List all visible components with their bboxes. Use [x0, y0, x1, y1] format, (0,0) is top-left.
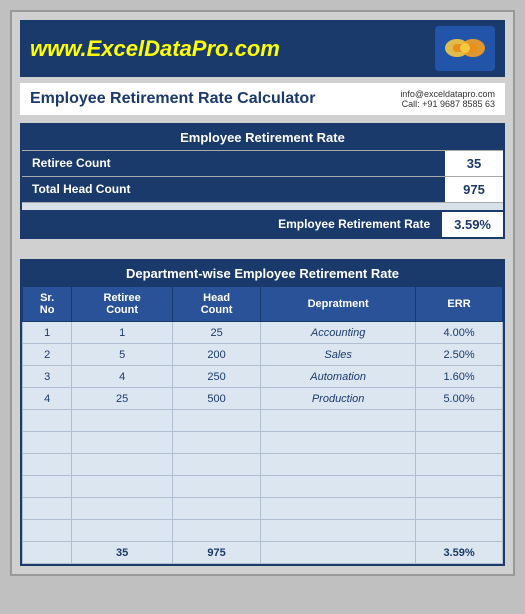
cell-head-3[interactable]: 500: [173, 388, 261, 410]
rate-row: Employee Retirement Rate 3.59%: [22, 210, 503, 237]
app-title-bar: Employee Retirement Rate Calculator info…: [20, 83, 505, 115]
site-title: www.ExcelDataPro.com: [30, 36, 280, 62]
header-section: www.ExcelDataPro.com: [20, 20, 505, 77]
col-err: ERR: [416, 287, 503, 322]
cell-dept-3[interactable]: Production: [261, 388, 416, 410]
cell-retiree-8[interactable]: [72, 498, 173, 520]
dept-section-title: Department-wise Employee Retirement Rate: [22, 261, 503, 286]
head-count-row: Total Head Count 975: [22, 176, 503, 202]
col-sr-no: Sr.No: [23, 287, 72, 322]
col-retiree-count: RetireeCount: [72, 287, 173, 322]
cell-head-9[interactable]: [173, 520, 261, 542]
col-head-count: HeadCount: [173, 287, 261, 322]
dept-section: Department-wise Employee Retirement Rate…: [20, 259, 505, 566]
table-row: 9: [23, 498, 503, 520]
total-row: 35 975 3.59%: [23, 542, 503, 564]
rate-label: Employee Retirement Rate: [22, 212, 440, 237]
contact-info: info@exceldatapro.com Call: +91 9687 858…: [400, 89, 495, 109]
cell-sr-1: 2: [23, 344, 72, 366]
cell-err-1: 2.50%: [416, 344, 503, 366]
gap: [20, 249, 505, 259]
cell-sr-2: 3: [23, 366, 72, 388]
contact-phone: Call: +91 9687 8585 63: [400, 99, 495, 109]
cell-dept-7[interactable]: [261, 476, 416, 498]
cell-retiree-0[interactable]: 1: [72, 322, 173, 344]
table-row: 5: [23, 410, 503, 432]
cell-dept-4[interactable]: [261, 410, 416, 432]
retiree-count-row: Retiree Count 35: [22, 150, 503, 176]
table-row: 2 5 200 Sales 2.50%: [23, 344, 503, 366]
cell-err-7: [416, 476, 503, 498]
table-row: 6: [23, 432, 503, 454]
cell-sr-4: 5: [23, 410, 72, 432]
cell-head-7[interactable]: [173, 476, 261, 498]
handshake-icon: [435, 26, 495, 71]
cell-err-8: [416, 498, 503, 520]
cell-head-4[interactable]: [173, 410, 261, 432]
cell-retiree-5[interactable]: [72, 432, 173, 454]
cell-retiree-3[interactable]: 25: [72, 388, 173, 410]
cell-retiree-1[interactable]: 5: [72, 344, 173, 366]
summary-section: Employee Retirement Rate Retiree Count 3…: [20, 123, 505, 239]
table-row: 8: [23, 476, 503, 498]
total-sr: [23, 542, 72, 564]
cell-sr-5: 6: [23, 432, 72, 454]
head-count-label: Total Head Count: [22, 177, 443, 202]
cell-head-0[interactable]: 25: [173, 322, 261, 344]
summary-section-title: Employee Retirement Rate: [22, 125, 503, 150]
col-department: Depratment: [261, 287, 416, 322]
cell-dept-8[interactable]: [261, 498, 416, 520]
cell-sr-8: 9: [23, 498, 72, 520]
total-head: 975: [173, 542, 261, 564]
cell-sr-7: 8: [23, 476, 72, 498]
cell-dept-9[interactable]: [261, 520, 416, 542]
table-row: 4 25 500 Production 5.00%: [23, 388, 503, 410]
table-row: 1 1 25 Accounting 4.00%: [23, 322, 503, 344]
total-dept: [261, 542, 416, 564]
cell-err-4: [416, 410, 503, 432]
total-err: 3.59%: [416, 542, 503, 564]
cell-err-2: 1.60%: [416, 366, 503, 388]
dept-table: Sr.No RetireeCount HeadCount Depratment …: [22, 286, 503, 564]
cell-dept-6[interactable]: [261, 454, 416, 476]
cell-dept-1[interactable]: Sales: [261, 344, 416, 366]
cell-head-5[interactable]: [173, 432, 261, 454]
table-header-row: Sr.No RetireeCount HeadCount Depratment …: [23, 287, 503, 322]
head-count-value[interactable]: 975: [443, 177, 503, 202]
cell-sr-0: 1: [23, 322, 72, 344]
spacer: [22, 202, 503, 210]
cell-head-1[interactable]: 200: [173, 344, 261, 366]
main-container: www.ExcelDataPro.com Employee Retirement…: [10, 10, 515, 576]
cell-err-6: [416, 454, 503, 476]
contact-email: info@exceldatapro.com: [400, 89, 495, 99]
retiree-count-label: Retiree Count: [22, 151, 443, 176]
cell-dept-0[interactable]: Accounting: [261, 322, 416, 344]
table-row: 10: [23, 520, 503, 542]
table-row: 7: [23, 454, 503, 476]
cell-retiree-9[interactable]: [72, 520, 173, 542]
cell-dept-5[interactable]: [261, 432, 416, 454]
cell-err-3: 5.00%: [416, 388, 503, 410]
cell-err-0: 4.00%: [416, 322, 503, 344]
cell-head-6[interactable]: [173, 454, 261, 476]
cell-retiree-6[interactable]: [72, 454, 173, 476]
cell-retiree-4[interactable]: [72, 410, 173, 432]
rate-value: 3.59%: [440, 212, 503, 237]
cell-retiree-2[interactable]: 4: [72, 366, 173, 388]
retiree-count-value[interactable]: 35: [443, 151, 503, 176]
cell-sr-3: 4: [23, 388, 72, 410]
cell-head-2[interactable]: 250: [173, 366, 261, 388]
cell-err-5: [416, 432, 503, 454]
total-retiree: 35: [72, 542, 173, 564]
table-row: 3 4 250 Automation 1.60%: [23, 366, 503, 388]
cell-dept-2[interactable]: Automation: [261, 366, 416, 388]
cell-head-8[interactable]: [173, 498, 261, 520]
app-title: Employee Retirement Rate Calculator: [30, 90, 315, 108]
cell-sr-9: 10: [23, 520, 72, 542]
cell-retiree-7[interactable]: [72, 476, 173, 498]
cell-sr-6: 7: [23, 454, 72, 476]
cell-err-9: [416, 520, 503, 542]
